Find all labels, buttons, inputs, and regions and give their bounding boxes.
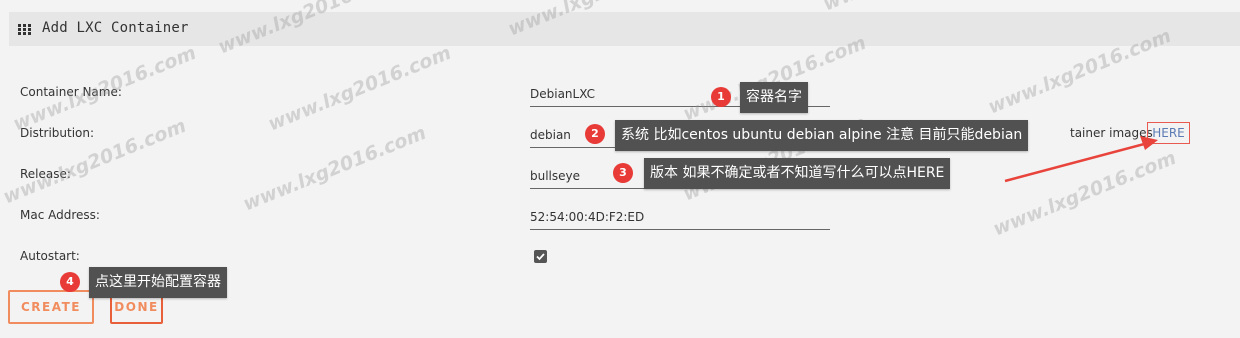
distribution-hint: tainer images <box>1070 126 1153 140</box>
watermark-text: www.lxg2016.com <box>265 41 455 136</box>
watermark-text: www.lxg2016.com <box>240 121 430 216</box>
release-value: bullseye <box>530 169 581 183</box>
mac-address-label: Mac Address: <box>20 208 100 222</box>
distribution-label: Distribution: <box>20 126 95 140</box>
create-button[interactable]: CREATE <box>8 290 94 324</box>
annotation-tooltip: 系统 比如centos ubuntu debian alpine 注意 目前只能… <box>615 120 1029 151</box>
annotation-tooltip: 容器名字 <box>740 82 808 113</box>
autostart-label: Autostart: <box>20 249 80 263</box>
annotation-tooltip: 点这里开始配置容器 <box>89 267 227 298</box>
checkmark-icon <box>536 253 545 261</box>
annotation-tooltip: 版本 如果不确定或者不知道写什么可以点HERE <box>644 158 951 189</box>
grid-icon <box>18 24 31 35</box>
annotation-badge: 3 <box>613 163 633 183</box>
panel-header: Add LXC Container <box>9 12 1240 46</box>
annotation-badge: 4 <box>60 272 80 292</box>
mac-address-field[interactable]: 52:54:00:4D:F2:ED <box>530 207 830 230</box>
autostart-checkbox[interactable] <box>534 250 547 263</box>
here-link[interactable]: HERE <box>1147 122 1190 144</box>
container-name-label: Container Name: <box>20 85 122 99</box>
watermark-text: www.lxg2016.com <box>1080 0 1240 2</box>
page-title: Add LXC Container <box>42 20 189 36</box>
watermark-text: www.lxg2016.com <box>990 146 1180 241</box>
annotation-badge: 2 <box>585 124 605 144</box>
container-name-value: DebianLXC <box>530 87 595 101</box>
distribution-value: debian <box>530 128 571 142</box>
mac-address-value: 52:54:00:4D:F2:ED <box>530 210 645 224</box>
release-label: Release: <box>20 167 71 181</box>
annotation-badge: 1 <box>711 87 731 107</box>
